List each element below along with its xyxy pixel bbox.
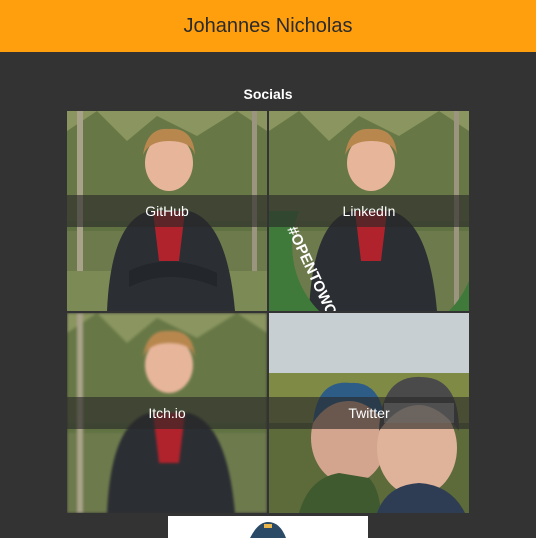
twitter-label: Twitter [269,397,469,429]
linkedin-link-tile[interactable]: #OPENTOWORK LinkedIn [269,111,469,311]
itchio-label: Itch.io [67,397,267,429]
partial-tile-image [168,516,368,538]
site-header: Johannes Nicholas [0,0,536,52]
twitter-link-tile[interactable]: Twitter [269,313,469,513]
site-title: Johannes Nicholas [183,14,353,37]
section-title: Socials [243,86,293,102]
github-label: GitHub [67,195,267,227]
itchio-link-tile[interactable]: Itch.io [67,313,267,513]
github-link-tile[interactable]: GitHub [67,111,267,311]
linkedin-label: LinkedIn [269,195,469,227]
next-social-tile[interactable] [168,516,368,538]
socials-grid: GitHub #OPENTOWORK LinkedIn Itch.io Twit… [67,111,469,513]
